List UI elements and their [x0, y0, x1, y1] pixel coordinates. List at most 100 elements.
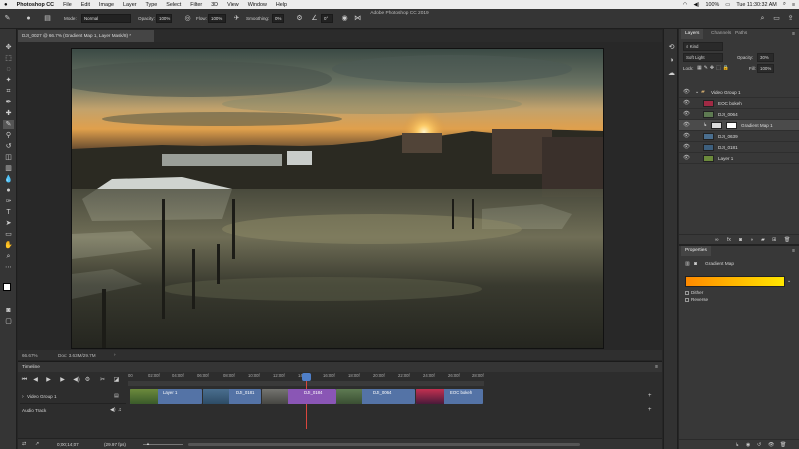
group-expand-chevron-icon[interactable]: ⌄ — [695, 89, 699, 95]
current-timecode[interactable]: 0;00;14;07 — [57, 442, 79, 447]
layer-style-fx-icon[interactable]: fx — [727, 237, 731, 243]
brush-panel-icon[interactable]: ▤ — [43, 14, 52, 23]
new-adjustment-icon[interactable]: ◑ — [750, 237, 753, 243]
clip-eoc-bokeh[interactable]: EOC bokeh — [416, 389, 483, 404]
hand-tool-icon[interactable]: ✋ — [3, 241, 14, 250]
clip-dji-0181[interactable]: DJI_0181 — [203, 389, 261, 404]
battery-percent[interactable]: 100% — [705, 2, 719, 8]
visibility-eye-icon[interactable]: 👁 — [683, 144, 690, 150]
mask-mode-icon[interactable]: ◙ — [694, 261, 697, 267]
status-menu-arrow-icon[interactable]: › — [114, 352, 116, 357]
opacity-field[interactable]: 100% — [156, 14, 172, 23]
search-icon[interactable]: ⌕ — [783, 1, 786, 8]
add-audio-track-icon[interactable]: + — [648, 407, 652, 413]
timeline-scrollbar[interactable] — [188, 443, 580, 446]
clip-dji-0184[interactable]: DJI_0184 — [262, 389, 336, 404]
smoothing-field[interactable]: 0% — [272, 14, 284, 23]
clip-dji-0064[interactable]: DJI_0064 — [336, 389, 415, 404]
menu-layer[interactable]: Layer — [123, 2, 137, 8]
next-frame-icon[interactable]: ▶︎ — [58, 376, 67, 385]
screen-mode-icon[interactable]: ▢ — [3, 317, 14, 326]
blur-tool-icon[interactable]: 💧 — [3, 175, 14, 184]
flow-field[interactable]: 100% — [208, 14, 226, 23]
menu-select[interactable]: Select — [166, 2, 181, 8]
eyedropper-tool-icon[interactable]: ✒ — [3, 98, 14, 107]
add-media-film-icon[interactable]: ▤ — [114, 393, 119, 399]
libraries-panel-icon[interactable]: ☁ — [666, 69, 677, 78]
list-icon[interactable]: ≡ — [792, 2, 795, 8]
layer-row-video-group[interactable]: 👁 ⌄ ▰ Video Group 1 — [679, 87, 799, 98]
workspace-icon[interactable]: ▭ — [772, 14, 781, 23]
audio-note-icon[interactable]: ♫ — [118, 407, 122, 413]
menu-edit[interactable]: Edit — [81, 2, 90, 8]
quick-mask-icon[interactable]: ◙ — [3, 306, 14, 315]
lock-options-icon[interactable]: ▦✎✥⬚🔒 — [697, 65, 731, 71]
eraser-tool-icon[interactable]: ◫ — [3, 153, 14, 162]
layer-mask-thumbnail[interactable] — [726, 122, 737, 129]
document-tab[interactable]: DJI_0027 @ 66.7% (Gradient Map 1, Layer … — [18, 30, 154, 42]
pressure-opacity-icon[interactable]: ◎ — [183, 14, 192, 23]
quick-select-tool-icon[interactable]: ✦ — [3, 76, 14, 85]
smoothing-options-gear-icon[interactable]: ⚙ — [295, 14, 304, 23]
lasso-tool-icon[interactable]: ◌ — [3, 65, 14, 74]
gradient-preview-bar[interactable] — [685, 276, 785, 287]
layer-row-dji-0181[interactable]: 👁 DJI_0181 — [679, 142, 799, 153]
new-group-folder-icon[interactable]: ▰ — [761, 237, 765, 243]
audio-mute-icon[interactable]: ◀) — [110, 407, 116, 413]
adjustments-panel-icon[interactable]: ◑ — [666, 56, 677, 65]
menu-filter[interactable]: Filter — [190, 2, 202, 8]
timeline-menu-icon[interactable]: ≡ — [655, 364, 658, 370]
menu-help[interactable]: Help — [276, 2, 287, 8]
view-previous-icon[interactable]: ◉ — [746, 442, 750, 448]
dodge-tool-icon[interactable]: ● — [3, 186, 14, 195]
search-icon[interactable]: ⌕ — [758, 14, 767, 23]
render-video-icon[interactable]: ↗ — [35, 441, 39, 447]
properties-menu-icon[interactable]: ≡ — [792, 248, 795, 254]
symmetry-icon[interactable]: ⋈ — [353, 14, 362, 23]
visibility-eye-icon[interactable]: 👁 — [683, 133, 690, 139]
visibility-eye-icon[interactable]: 👁 — [683, 111, 690, 117]
menu-view[interactable]: View — [227, 2, 239, 8]
reverse-checkbox[interactable] — [685, 298, 689, 302]
share-icon[interactable]: ⇪ — [786, 14, 795, 23]
transition-icon[interactable]: ◪ — [112, 376, 121, 385]
link-layers-icon[interactable]: ∞ — [715, 237, 719, 243]
trash-icon[interactable]: 🗑 — [784, 237, 790, 243]
add-video-track-icon[interactable]: + — [648, 393, 652, 399]
pen-tool-icon[interactable]: ✑ — [3, 197, 14, 206]
convert-to-frame-animation-icon[interactable]: ⇄ — [22, 441, 26, 447]
blend-mode-select[interactable]: Soft Light — [683, 53, 723, 62]
delete-adjustment-icon[interactable]: 🗑 — [780, 442, 786, 448]
mode-select[interactable]: Normal — [81, 14, 131, 23]
menu-window[interactable]: Window — [248, 2, 267, 8]
menubar-clock[interactable]: Tue 11:30:32 AM — [736, 2, 776, 8]
brush-tool-icon[interactable]: ✎ — [3, 120, 14, 129]
visibility-eye-icon[interactable]: 👁 — [683, 100, 690, 106]
edit-toolbar-icon[interactable]: ⋯ — [3, 263, 14, 272]
history-panel-icon[interactable]: ⟲ — [666, 43, 677, 52]
move-tool-icon[interactable]: ✥ — [3, 43, 14, 52]
visibility-eye-icon[interactable]: 👁 — [683, 155, 690, 161]
apple-icon[interactable]: ● — [4, 2, 8, 8]
mute-audio-icon[interactable]: ◀) — [72, 376, 81, 385]
zoom-slider-handle[interactable]: ▲ — [146, 441, 150, 446]
new-layer-icon[interactable]: ⊞ — [772, 237, 776, 243]
brush-tool-preset-icon[interactable]: ✎ — [3, 14, 12, 23]
tab-properties[interactable]: Properties — [681, 246, 711, 256]
split-at-playhead-icon[interactable]: ✂ — [98, 376, 107, 385]
foreground-color-swatch[interactable] — [3, 283, 11, 291]
tab-paths[interactable]: Paths — [731, 29, 751, 39]
healing-brush-tool-icon[interactable]: ✚ — [3, 109, 14, 118]
menu-app[interactable]: Photoshop CC — [17, 2, 54, 8]
visibility-eye-icon[interactable]: 👁 — [683, 122, 690, 128]
angle-field[interactable]: 0° — [321, 14, 333, 23]
layer-row-dji-0639[interactable]: 👁 DJI_0639 — [679, 131, 799, 142]
previous-frame-icon[interactable]: ◀︎ — [31, 376, 40, 385]
dither-checkbox[interactable] — [685, 291, 689, 295]
document-canvas-image[interactable] — [71, 48, 604, 349]
layer-row-layer-1[interactable]: 👁 Layer 1 — [679, 153, 799, 164]
layer-row-eoc-bokeh[interactable]: 👁 EOC bokeh — [679, 98, 799, 109]
crop-tool-icon[interactable]: ⌗ — [3, 87, 14, 96]
first-frame-icon[interactable]: ⏮ — [20, 376, 29, 385]
layers-panel-menu-icon[interactable]: ≡ — [792, 31, 795, 37]
